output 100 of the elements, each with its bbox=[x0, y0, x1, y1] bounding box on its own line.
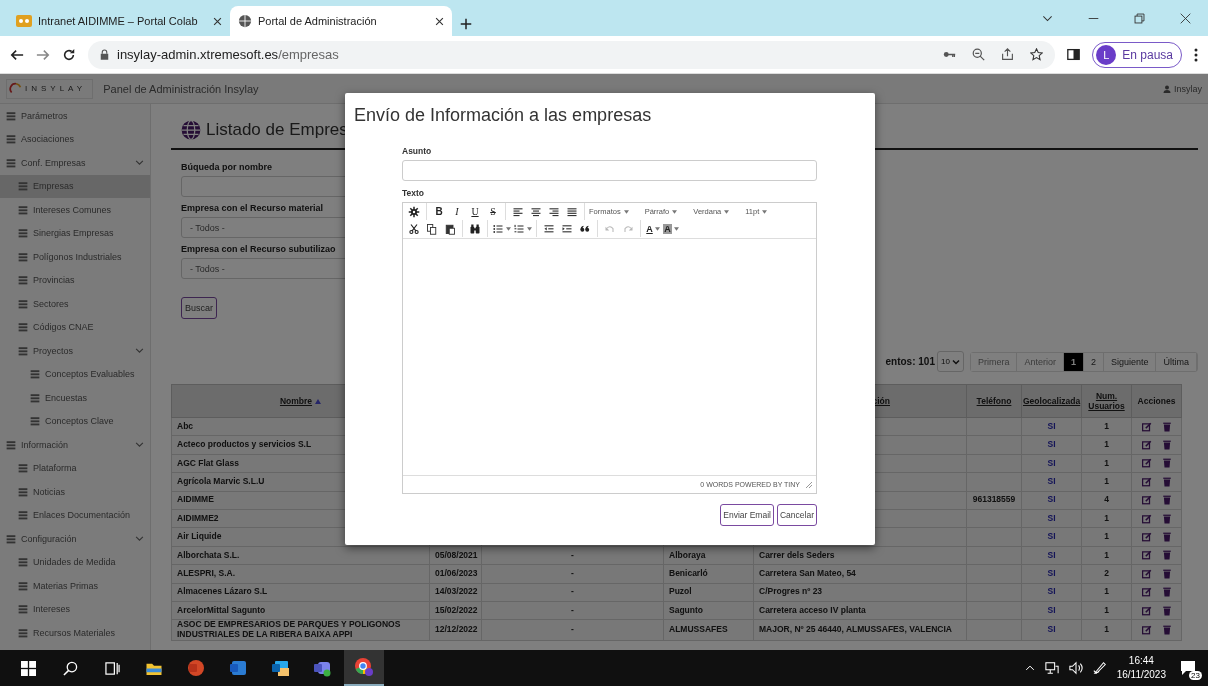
sidebar-item[interactable]: Códigos CNAE bbox=[0, 315, 150, 339]
table-cell: SI bbox=[1047, 476, 1056, 486]
sidebar-item[interactable]: Intereses bbox=[0, 597, 150, 621]
outdent-icon bbox=[543, 222, 555, 235]
sidebar-item[interactable]: Parámetros bbox=[0, 104, 150, 128]
table-cell: 1 bbox=[1104, 512, 1109, 523]
table-cell: Agrícola Marvic S.L.U bbox=[177, 476, 265, 486]
indent-icon bbox=[561, 222, 573, 235]
table-cell: SI bbox=[1047, 420, 1056, 431]
table-cell: MAJOR, Nº 25 46440, ALMUSSAFES, VALENCIA bbox=[759, 624, 952, 635]
table-cell: SI bbox=[1047, 549, 1056, 560]
chevron-icon bbox=[135, 440, 144, 450]
highlight-color-button[interactable]: A bbox=[662, 220, 680, 237]
notifications-button[interactable]: 23 bbox=[1176, 656, 1200, 680]
underline-button[interactable]: U bbox=[466, 203, 484, 220]
globe-icon bbox=[238, 14, 252, 28]
side-panel-icon bbox=[1067, 48, 1081, 61]
cancel-button[interactable]: Cancelar bbox=[776, 504, 817, 526]
globe-icon bbox=[181, 120, 201, 140]
sidebar-item[interactable]: Polígonos Industriales bbox=[0, 245, 150, 269]
sidebar-item[interactable]: Materias Primas bbox=[0, 574, 150, 598]
windows-icon bbox=[20, 660, 36, 676]
sidebar-item[interactable]: Sinergias Empresas bbox=[0, 221, 150, 245]
bold-button[interactable]: B bbox=[430, 203, 448, 220]
document-app-icon bbox=[229, 659, 247, 677]
trash-icon bbox=[1162, 587, 1171, 598]
record-count: entos: 101 bbox=[885, 356, 935, 367]
sidebar-item[interactable]: Enlaces Documentación bbox=[0, 503, 150, 527]
edit-icon bbox=[1142, 550, 1153, 561]
trash-icon bbox=[1162, 550, 1171, 561]
table-cell: - bbox=[571, 567, 574, 578]
caret-icon bbox=[672, 209, 678, 214]
table-cell: 961318559 bbox=[972, 494, 1016, 505]
table-cell: 1 bbox=[1104, 624, 1109, 635]
trash-icon bbox=[1162, 625, 1171, 636]
sidebar-item[interactable]: Unidades de Medida bbox=[0, 550, 150, 574]
network-icon bbox=[1044, 661, 1059, 675]
clock-date: 16/11/2023 bbox=[1116, 668, 1166, 682]
binoculars-icon bbox=[469, 222, 481, 235]
list-icon bbox=[18, 604, 28, 615]
address-bar[interactable]: insylay-admin.xtremesoft.es/empresas bbox=[88, 40, 1056, 69]
sidebar-item[interactable]: Recursos Materiales bbox=[0, 621, 150, 645]
zoom-icon bbox=[972, 48, 986, 61]
table-cell: 1 bbox=[1104, 604, 1109, 615]
sidebar-item[interactable]: Noticias bbox=[0, 480, 150, 504]
paste-icon bbox=[444, 222, 456, 235]
list-icon bbox=[18, 275, 28, 286]
sidebar-item[interactable]: Sectores bbox=[0, 292, 150, 316]
sidebar-item[interactable]: Conf. Empresas bbox=[0, 151, 150, 175]
resize-handle-icon bbox=[806, 481, 812, 488]
sidebar-item[interactable]: Información bbox=[0, 433, 150, 457]
table-cell: AGC Flat Glass bbox=[177, 457, 239, 468]
browser-app-icon bbox=[354, 657, 374, 677]
table-cell: AIDIMME2 bbox=[177, 512, 219, 523]
user-menu[interactable]: Insylay bbox=[1163, 83, 1202, 94]
search-button[interactable]: Buscar bbox=[181, 297, 217, 319]
sidebar-item[interactable]: Plataforma bbox=[0, 456, 150, 480]
sidebar-item[interactable]: Conceptos Clave bbox=[0, 409, 150, 433]
new-tab-icon bbox=[460, 18, 472, 30]
table-cell: - bbox=[571, 586, 574, 597]
sidebar-item[interactable]: Conceptos Evaluables bbox=[0, 362, 150, 386]
star-icon bbox=[1030, 48, 1044, 61]
table-cell: 15/02/2022 bbox=[435, 604, 478, 615]
strike-button[interactable]: S bbox=[484, 203, 502, 220]
url-text: insylay-admin.xtremesoft.es/empresas bbox=[117, 47, 339, 62]
text-color-button[interactable]: A bbox=[644, 220, 662, 237]
edit-icon bbox=[1142, 605, 1153, 616]
subject-field[interactable] bbox=[402, 160, 817, 181]
sidebar-item[interactable]: Proyectos bbox=[0, 339, 150, 363]
sidebar-item[interactable]: Encuestas bbox=[0, 386, 150, 410]
close-icon bbox=[213, 16, 222, 26]
trash-icon bbox=[1162, 513, 1171, 524]
scissors-icon bbox=[408, 222, 420, 235]
sidebar-item[interactable]: Intereses Comunes bbox=[0, 198, 150, 222]
caret-icon bbox=[762, 209, 768, 214]
sidebar-item[interactable]: Provincias bbox=[0, 268, 150, 292]
list-icon bbox=[30, 369, 40, 380]
presentation-app-icon bbox=[187, 659, 205, 677]
browser-tab[interactable]: Portal de Administración bbox=[230, 6, 452, 36]
reload-icon bbox=[62, 47, 76, 62]
page-button[interactable]: 1 bbox=[1063, 352, 1084, 371]
table-cell: 1 bbox=[1104, 476, 1109, 486]
send-button[interactable]: Enviar Email bbox=[720, 504, 774, 526]
table-cell: SI bbox=[1047, 604, 1056, 615]
edit-icon bbox=[1142, 587, 1153, 598]
browser-tab[interactable]: Intranet AIDIMME – Portal Colab bbox=[8, 6, 230, 36]
edit-icon bbox=[1142, 476, 1153, 487]
page-size-select[interactable]: 10 bbox=[937, 351, 964, 372]
ring-icon bbox=[9, 81, 23, 96]
list-icon bbox=[18, 510, 28, 521]
column-header[interactable]: Teléfono bbox=[966, 384, 1022, 418]
settings-icon bbox=[408, 205, 420, 218]
column-header: Acciones bbox=[1131, 384, 1182, 418]
column-header[interactable]: Num. Usuarios bbox=[1081, 384, 1132, 418]
table-cell: 14/03/2022 bbox=[435, 586, 478, 597]
sidebar-item[interactable]: Asociaciones bbox=[0, 127, 150, 151]
copy-icon bbox=[426, 222, 438, 235]
sidebar-item[interactable]: Configuración bbox=[0, 527, 150, 551]
italic-button[interactable]: I bbox=[448, 203, 466, 220]
column-header[interactable]: Geolocalizada bbox=[1021, 384, 1082, 418]
